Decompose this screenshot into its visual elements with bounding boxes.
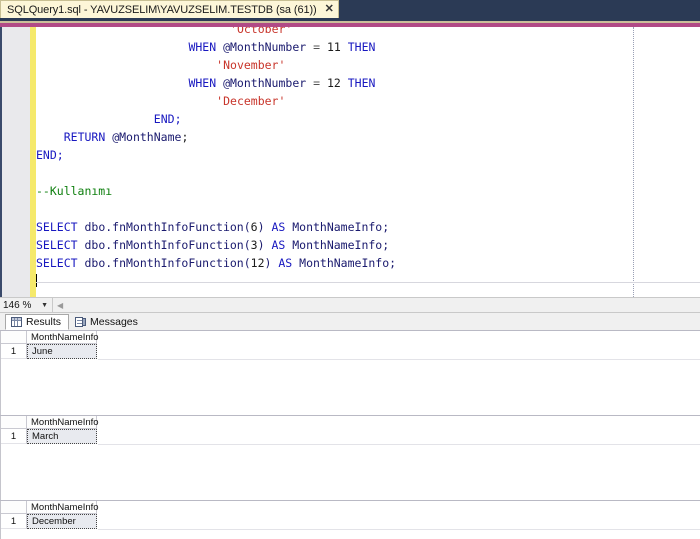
code-line: END; — [153, 112, 182, 126]
status-separator — [52, 298, 53, 312]
result-grid-inner: MonthNameInfo 1 December — [0, 501, 700, 539]
row-number[interactable]: 1 — [1, 429, 27, 444]
result-cell[interactable]: March — [27, 429, 97, 444]
editor-status-row: 146 % ▼ ◀ — [0, 297, 700, 313]
document-tab-label: SQLQuery1.sql - YAVUZSELIM\YAVUZSELIM.TE… — [7, 3, 317, 16]
result-grid-inner: MonthNameInfo 1 March — [0, 416, 700, 500]
column-header[interactable]: MonthNameInfo — [27, 331, 99, 344]
editor-code-text[interactable]: 'October' WHEN @MonthNumber = 11 THEN 'Nov… — [36, 27, 700, 290]
results-tab-bar: Results Messages — [0, 313, 700, 330]
grid-corner-header[interactable] — [1, 416, 27, 429]
message-icon — [75, 316, 87, 328]
result-grid-header: MonthNameInfo — [1, 501, 99, 514]
editor-caret — [36, 272, 700, 290]
code-line: 'December' — [216, 94, 286, 108]
result-cell[interactable]: December — [27, 514, 97, 529]
tab-messages[interactable]: Messages — [69, 314, 146, 330]
chevron-down-icon[interactable]: ▼ — [41, 302, 48, 309]
code-line: 'November' — [216, 58, 286, 72]
zoom-level-dropdown[interactable]: 146 % ▼ — [0, 298, 52, 312]
sql-editor[interactable]: 'October' WHEN @MonthNumber = 11 THEN 'Nov… — [0, 27, 700, 297]
result-grid[interactable]: MonthNameInfo 1 March — [0, 415, 700, 500]
tab-messages-label: Messages — [90, 316, 138, 328]
result-grid[interactable]: MonthNameInfo 1 December — [0, 500, 700, 539]
document-tab-sqlquery1[interactable]: SQLQuery1.sql - YAVUZSELIM\YAVUZSELIM.TE… — [0, 0, 339, 18]
zoom-level-label: 146 % — [3, 299, 32, 311]
table-row[interactable]: 1 December — [1, 514, 97, 529]
editor-current-line-rule — [36, 282, 700, 283]
code-line: RETURN @MonthName; — [63, 130, 189, 144]
row-number[interactable]: 1 — [1, 344, 27, 359]
table-row[interactable]: 1 June — [1, 344, 97, 359]
code-line: SELECT dbo.fnMonthInfoFunction(6) AS Mon… — [36, 220, 390, 234]
grid-empty-area — [98, 344, 700, 360]
code-line: 'October' — [230, 27, 293, 36]
column-header[interactable]: MonthNameInfo — [27, 416, 99, 429]
column-header[interactable]: MonthNameInfo — [27, 501, 99, 514]
table-row[interactable]: 1 March — [1, 429, 97, 444]
close-icon[interactable]: ✕ — [325, 4, 334, 15]
grid-corner-header[interactable] — [1, 501, 27, 514]
document-tab-strip: SQLQuery1.sql - YAVUZSELIM\YAVUZSELIM.TE… — [0, 0, 700, 18]
grid-icon — [11, 317, 22, 327]
scroll-left-icon[interactable]: ◀ — [57, 301, 63, 310]
result-cell[interactable]: June — [27, 344, 97, 359]
code-line: END; — [36, 148, 64, 162]
result-grid-inner: MonthNameInfo 1 June — [0, 331, 700, 415]
tab-results-label: Results — [26, 316, 62, 328]
grid-corner-header[interactable] — [1, 331, 27, 344]
results-pane: Results Messages MonthNameInfo 1 June Month… — [0, 313, 700, 539]
code-line: WHEN @MonthNumber = 11 THEN — [188, 40, 376, 54]
tab-results[interactable]: Results — [5, 314, 70, 330]
grid-empty-area — [98, 514, 700, 530]
code-line: --Kullanımı — [36, 184, 113, 198]
result-grid-header: MonthNameInfo — [1, 331, 99, 344]
code-line: SELECT dbo.fnMonthInfoFunction(3) AS Mon… — [36, 238, 390, 252]
result-grid[interactable]: MonthNameInfo 1 June — [0, 330, 700, 415]
code-line: SELECT dbo.fnMonthInfoFunction(12) AS Mo… — [36, 256, 397, 270]
grid-empty-area — [98, 429, 700, 445]
editor-code-surface[interactable]: 'October' WHEN @MonthNumber = 11 THEN 'Nov… — [36, 27, 700, 297]
result-grid-header: MonthNameInfo — [1, 416, 99, 429]
editor-indicator-margin[interactable] — [2, 27, 30, 297]
row-number[interactable]: 1 — [1, 514, 27, 529]
code-line: WHEN @MonthNumber = 12 THEN — [188, 76, 376, 90]
